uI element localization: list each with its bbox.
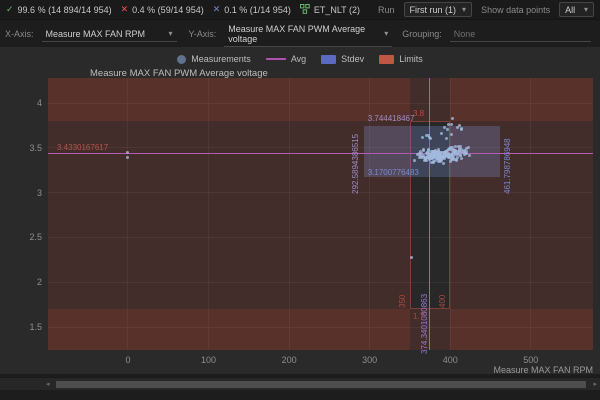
- x-tick-label: 200: [281, 355, 297, 365]
- fail-rate-label: 0.4 % (59/14 954): [132, 4, 204, 15]
- legend-label: Measurements: [191, 54, 251, 64]
- show-data-points-select[interactable]: All ▾: [559, 2, 594, 17]
- scatter-point[interactable]: [428, 155, 432, 159]
- error-rate-filter[interactable]: ✕ 0.1 % (1/14 954): [213, 5, 291, 15]
- legend-item-limits[interactable]: Limits: [379, 54, 423, 64]
- y-axis-select[interactable]: Measure MAX FAN PWM Average voltage ▾: [224, 21, 393, 47]
- scatter-point[interactable]: [447, 147, 451, 151]
- measurements-dot-icon: [177, 54, 187, 64]
- chevron-down-icon: ▾: [168, 29, 173, 38]
- limit-fail-region: [48, 78, 410, 350]
- scatter-point[interactable]: [421, 149, 425, 153]
- scatter-point[interactable]: [452, 158, 456, 162]
- legend-label: Avg: [290, 54, 307, 64]
- legend-label: Stdev: [341, 54, 365, 64]
- stdev-box-icon: [321, 54, 337, 64]
- scatter-point[interactable]: [426, 148, 430, 152]
- hierarchy-icon: [299, 3, 310, 16]
- y-tick-label: 1.5: [29, 322, 42, 333]
- app-window: ✓ 99.6 % (14 894/14 954) ✕ 0.4 % (59/14 …: [0, 0, 600, 400]
- x-tick-label: 400: [442, 355, 458, 365]
- gridline-horizontal: [48, 102, 593, 104]
- gridline-vertical: [208, 78, 210, 350]
- y-tick-label: 3.5: [29, 142, 42, 153]
- scatter-point[interactable]: [430, 149, 434, 153]
- avg-line-horizontal: [48, 153, 593, 155]
- scatter-point[interactable]: [463, 150, 467, 154]
- scroll-right-icon[interactable]: ▸: [593, 380, 597, 389]
- x-tick-label: 100: [201, 355, 217, 365]
- x-icon: ✕: [120, 4, 129, 14]
- legend-item-measurements[interactable]: Measurements: [177, 54, 251, 64]
- avg-line-icon: [265, 58, 286, 60]
- gridline-vertical: [530, 78, 532, 350]
- plot-canvas[interactable]: [48, 78, 593, 350]
- x-axis-label: X-Axis:: [5, 28, 34, 39]
- show-data-points-label: Show data points: [481, 4, 551, 15]
- chevron-down-icon: ▾: [384, 29, 389, 38]
- chevron-down-icon: ▾: [462, 5, 467, 14]
- legend-label: Limits: [399, 54, 423, 64]
- scatter-point[interactable]: [458, 145, 462, 149]
- grouping-placeholder: None: [453, 28, 476, 39]
- chart-panel: Measurements Avg Stdev Limits Measure MA…: [0, 47, 600, 375]
- gridline-horizontal: [48, 326, 593, 328]
- grouping-input[interactable]: None: [449, 26, 591, 42]
- y-axis-value: Measure MAX FAN PWM Average voltage: [228, 23, 366, 44]
- limit-fail-region: [450, 78, 593, 350]
- run-select[interactable]: First run (1) ▾: [403, 2, 473, 17]
- scatter-point[interactable]: [450, 153, 454, 157]
- run-select-value: First run (1): [409, 4, 457, 15]
- scroll-left-icon[interactable]: ◂: [46, 380, 50, 389]
- scatter-point[interactable]: [465, 146, 469, 150]
- grouping-label: Grouping:: [402, 28, 442, 39]
- test-suite-item[interactable]: ET_NLT (2): [299, 3, 361, 16]
- legend-item-avg[interactable]: Avg: [265, 54, 307, 64]
- scatter-point[interactable]: [410, 255, 414, 259]
- scrollbar-thumb[interactable]: [56, 381, 586, 388]
- check-icon: ✓: [6, 4, 14, 14]
- y-tick-label: 2: [36, 277, 42, 288]
- y-tick-label: 3: [36, 187, 42, 198]
- error-rate-label: 0.1 % (1/14 954): [224, 4, 291, 15]
- gridline-horizontal: [48, 236, 593, 238]
- status-bar: ✓ 99.6 % (14 894/14 954) ✕ 0.4 % (59/14 …: [0, 0, 600, 20]
- y-tick-label: 4: [36, 98, 42, 108]
- gridline-horizontal: [48, 147, 593, 149]
- gridline-horizontal: [48, 192, 593, 194]
- scatter-point[interactable]: [412, 158, 416, 162]
- y-axis-label: Y-Axis:: [188, 28, 217, 39]
- run-label: Run: [378, 4, 395, 15]
- horizontal-scrollbar[interactable]: ◂ ▸: [0, 377, 600, 390]
- scatter-point[interactable]: [441, 161, 445, 165]
- limits-box-icon: [379, 54, 395, 64]
- legend-item-stdev[interactable]: Stdev: [321, 54, 364, 64]
- scatter-point[interactable]: [445, 127, 449, 131]
- avg-line-vertical: [429, 78, 431, 350]
- y-tick-label: 2.5: [29, 232, 42, 243]
- scatter-point[interactable]: [455, 152, 459, 156]
- scatter-point[interactable]: [424, 152, 428, 156]
- show-data-points-value: All: [565, 4, 576, 15]
- gridline-vertical: [127, 78, 129, 350]
- x-icon: ✕: [212, 4, 221, 14]
- chevron-down-icon: ▾: [583, 5, 588, 14]
- x-tick-label: 300: [362, 355, 378, 365]
- gridline-vertical: [288, 78, 290, 350]
- x-tick-label: 0: [125, 355, 131, 365]
- x-axis-value: Measure MAX FAN RPM: [45, 28, 146, 39]
- pass-rate-label: 99.6 % (14 894/14 954): [17, 4, 112, 15]
- gridline-horizontal: [48, 281, 593, 283]
- gridline-vertical: [369, 78, 371, 350]
- x-axis-title: Measure MAX FAN RPM: [493, 365, 593, 375]
- x-tick-label: 500: [523, 355, 539, 365]
- test-suite-label: ET_NLT (2): [313, 4, 361, 15]
- chart-legend: Measurements Avg Stdev Limits: [0, 54, 600, 64]
- scatter-point[interactable]: [439, 131, 443, 135]
- x-axis-select[interactable]: Measure MAX FAN RPM ▾: [41, 26, 177, 42]
- fail-rate-filter[interactable]: ✕ 0.4 % (59/14 954): [121, 5, 204, 15]
- scatter-point[interactable]: [449, 132, 453, 136]
- pass-rate-filter[interactable]: ✓ 99.6 % (14 894/14 954): [6, 5, 112, 15]
- axis-controls-row: X-Axis: Measure MAX FAN RPM ▾ Y-Axis: Me…: [0, 20, 600, 47]
